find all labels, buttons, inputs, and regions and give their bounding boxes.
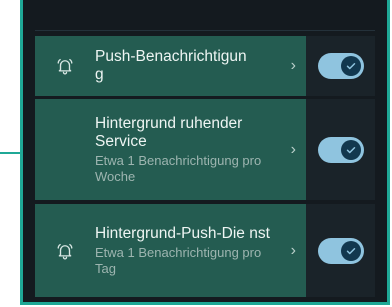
check-icon (340, 56, 361, 76)
chevron-right-icon: › (290, 241, 296, 259)
setting-row-push-notifications[interactable]: Push-Benachrichtigun g › (35, 36, 375, 96)
setting-title: Hintergrund-Push-Die nst (95, 224, 270, 242)
setting-row-content[interactable]: Hintergrund-Push-Die nst Etwa 1 Benachri… (35, 204, 306, 297)
setting-row-content[interactable]: Push-Benachrichtigun g › (35, 36, 306, 96)
background-idle-service-toggle[interactable] (317, 136, 364, 163)
setting-row-background-push-service[interactable]: Hintergrund-Push-Die nst Etwa 1 Benachri… (35, 204, 375, 297)
bell-icon (35, 57, 95, 75)
chevron-right-icon: › (290, 57, 296, 74)
push-notifications-toggle[interactable] (317, 53, 364, 79)
chevron-right-icon: › (290, 140, 296, 158)
notification-settings-panel: Push-Benachrichtigun g › Hintergrund ruh… (20, 0, 390, 305)
setting-row-background-idle-service[interactable]: Hintergrund ruhender Service Etwa 1 Bena… (35, 99, 375, 200)
setting-title: Hintergrund ruhender Service (95, 114, 243, 150)
setting-subtitle: Etwa 1 Benachrichtigung pro Woche (95, 152, 262, 184)
check-icon (340, 139, 361, 160)
check-icon (340, 240, 361, 261)
divider (35, 30, 375, 31)
setting-title: Push-Benachrichtigun g (95, 48, 247, 83)
callout-connector-line (0, 152, 20, 154)
setting-subtitle: Etwa 1 Benachrichtigung pro Tag (95, 244, 262, 276)
setting-row-content[interactable]: Hintergrund ruhender Service Etwa 1 Bena… (35, 99, 306, 200)
background-push-service-toggle[interactable] (317, 237, 364, 264)
bell-icon (35, 242, 95, 260)
settings-list: Push-Benachrichtigun g › Hintergrund ruh… (35, 36, 375, 297)
